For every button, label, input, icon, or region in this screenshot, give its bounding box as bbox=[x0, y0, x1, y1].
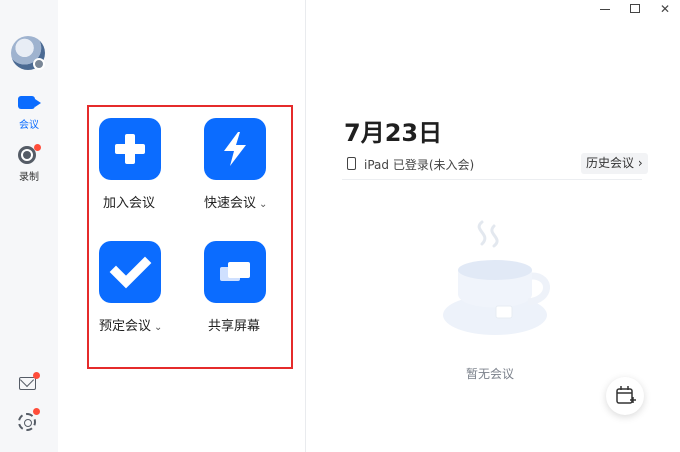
plus-icon bbox=[99, 118, 161, 180]
schedule-meeting-button[interactable]: 预定会议 ⌄ bbox=[99, 241, 189, 341]
history-meetings-button[interactable]: 历史会议 › bbox=[581, 153, 648, 174]
join-meeting-button[interactable]: 加入会议 bbox=[99, 118, 189, 218]
section-divider bbox=[342, 179, 642, 180]
mail-notification-dot bbox=[33, 372, 40, 379]
add-calendar-button[interactable] bbox=[606, 377, 644, 415]
mail-icon[interactable] bbox=[19, 377, 36, 390]
quick-meeting-button[interactable]: 快速会议 ⌄ bbox=[204, 118, 294, 218]
share-screen-icon bbox=[204, 241, 266, 303]
login-status: iPad 已登录(未入会) bbox=[364, 158, 475, 172]
settings-notification-dot bbox=[33, 408, 40, 415]
quick-meeting-label: 快速会议 bbox=[204, 196, 257, 211]
panel-divider bbox=[305, 0, 306, 452]
chevron-down-icon[interactable]: ⌄ bbox=[154, 322, 162, 333]
close-button[interactable]: ✕ bbox=[657, 2, 673, 16]
gear-icon[interactable] bbox=[18, 413, 36, 431]
left-nav-rail: 会议 录制 bbox=[0, 0, 58, 452]
empty-coffee-cup-icon bbox=[443, 220, 550, 335]
schedule-meeting-label: 预定会议 bbox=[99, 319, 152, 334]
nav-meeting-label: 会议 bbox=[19, 120, 39, 131]
nav-item-record[interactable]: 录制 bbox=[4, 144, 54, 188]
calendar-add-icon bbox=[616, 386, 636, 404]
nav-record-label: 录制 bbox=[19, 172, 39, 183]
record-notification-dot bbox=[34, 144, 41, 151]
chevron-right-icon: › bbox=[634, 156, 643, 170]
maximize-button[interactable] bbox=[627, 2, 643, 16]
history-meetings-label: 历史会议 bbox=[586, 156, 635, 170]
chevron-down-icon[interactable]: ⌄ bbox=[259, 199, 267, 210]
bolt-icon bbox=[204, 118, 266, 180]
check-icon bbox=[99, 241, 161, 303]
tablet-icon bbox=[347, 157, 356, 170]
video-camera-icon bbox=[18, 96, 41, 109]
nav-item-meeting[interactable]: 会议 bbox=[4, 92, 54, 136]
minimize-button[interactable] bbox=[597, 2, 613, 16]
join-meeting-label: 加入会议 bbox=[103, 196, 156, 211]
avatar-status-badge bbox=[33, 58, 45, 70]
share-screen-label: 共享屏幕 bbox=[208, 319, 261, 334]
empty-state-text: 暂无会议 bbox=[466, 367, 515, 381]
current-date: 7月23日 bbox=[344, 119, 443, 147]
share-screen-button[interactable]: 共享屏幕 bbox=[204, 241, 294, 341]
